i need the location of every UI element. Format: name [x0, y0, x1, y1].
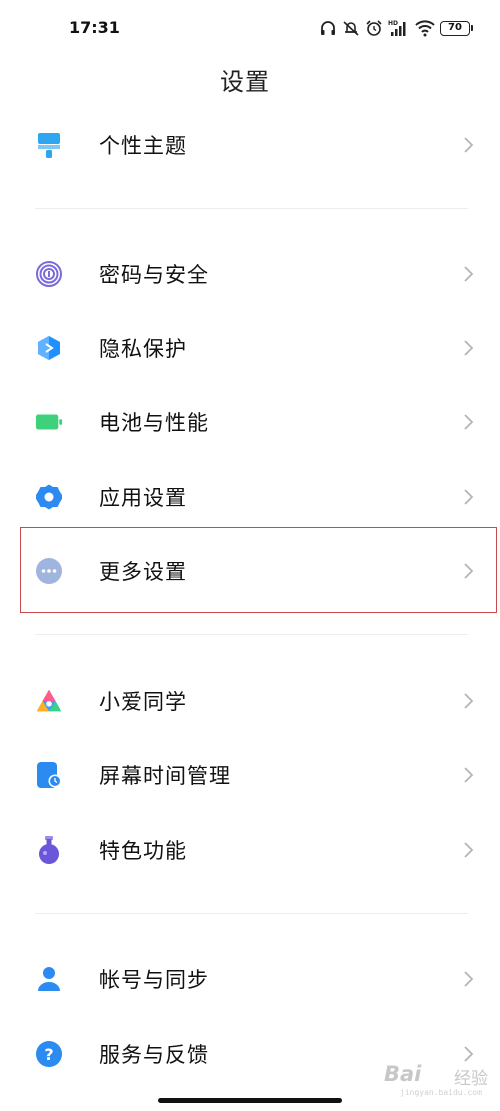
- headphones-icon: [319, 19, 337, 37]
- alarm-icon: [365, 19, 383, 37]
- chevron-right-icon: [464, 489, 474, 505]
- settings-item-label: 服务与反馈: [99, 1043, 209, 1067]
- settings-item-privacy[interactable]: 隐私保护: [0, 311, 500, 385]
- chevron-right-icon: [464, 137, 474, 153]
- settings-item-features[interactable]: 特色功能: [0, 813, 500, 887]
- settings-item-label: 密码与安全: [99, 263, 209, 287]
- account-person-icon: [35, 965, 63, 993]
- svg-text:?: ?: [44, 1045, 53, 1064]
- chevron-right-icon: [464, 971, 474, 987]
- watermark-logo: Bai: [384, 1062, 422, 1086]
- battery-performance-icon: [35, 408, 63, 436]
- settings-item-account-sync[interactable]: 帐号与同步: [0, 942, 500, 1016]
- screen-time-icon: [35, 761, 63, 789]
- battery-icon: 70: [440, 20, 473, 36]
- xiaoai-icon: [35, 687, 63, 715]
- settings-item-screen-time[interactable]: 屏幕时间管理: [0, 738, 500, 812]
- chevron-right-icon: [464, 340, 474, 356]
- highlight-box: [20, 527, 497, 613]
- app-gear-icon: [35, 483, 63, 511]
- section-divider: [35, 208, 468, 209]
- status-time: 17:31: [69, 18, 120, 37]
- baidu-jingyan-watermark: Bai 经验 jingyan.baidu.com: [382, 1056, 500, 1100]
- chevron-right-icon: [464, 693, 474, 709]
- theme-brush-icon: [35, 131, 63, 159]
- settings-item-app-settings[interactable]: 应用设置: [0, 460, 500, 534]
- chevron-right-icon: [464, 767, 474, 783]
- settings-item-label: 隐私保护: [99, 337, 187, 361]
- settings-item-label: 屏幕时间管理: [99, 764, 231, 788]
- wifi-icon: [415, 19, 435, 37]
- status-icons: HD 70: [319, 16, 473, 40]
- watermark-text: 经验: [454, 1069, 488, 1089]
- settings-item-label: 电池与性能: [99, 411, 209, 435]
- settings-item-password-security[interactable]: 密码与安全: [0, 237, 500, 311]
- hd-signal-icon: HD: [388, 19, 410, 37]
- chevron-right-icon: [464, 266, 474, 282]
- chevron-right-icon: [464, 414, 474, 430]
- page-title: 设置: [220, 68, 270, 96]
- status-bar: 17:31 HD 70: [0, 0, 500, 56]
- fingerprint-icon: [35, 260, 63, 288]
- watermark-url: jingyan.baidu.com: [400, 1088, 482, 1097]
- help-question-icon: ?: [35, 1040, 63, 1068]
- section-divider: [35, 913, 468, 914]
- settings-item-label: 个性主题: [99, 134, 187, 158]
- privacy-shield-icon: [35, 334, 63, 362]
- settings-item-label: 帐号与同步: [99, 968, 209, 992]
- mute-bell-icon: [342, 19, 360, 37]
- svg-text:HD: HD: [388, 20, 398, 27]
- settings-item-xiaoai[interactable]: 小爱同学: [0, 664, 500, 738]
- settings-item-label: 小爱同学: [99, 690, 187, 714]
- chevron-right-icon: [464, 842, 474, 858]
- section-divider: [35, 634, 468, 635]
- settings-item-battery-performance[interactable]: 电池与性能: [0, 385, 500, 459]
- settings-item-label: 特色功能: [99, 839, 187, 863]
- home-indicator[interactable]: [158, 1098, 342, 1103]
- feature-flask-icon: [35, 836, 63, 864]
- settings-item-theme[interactable]: 个性主题: [0, 108, 500, 182]
- settings-item-label: 应用设置: [99, 486, 187, 510]
